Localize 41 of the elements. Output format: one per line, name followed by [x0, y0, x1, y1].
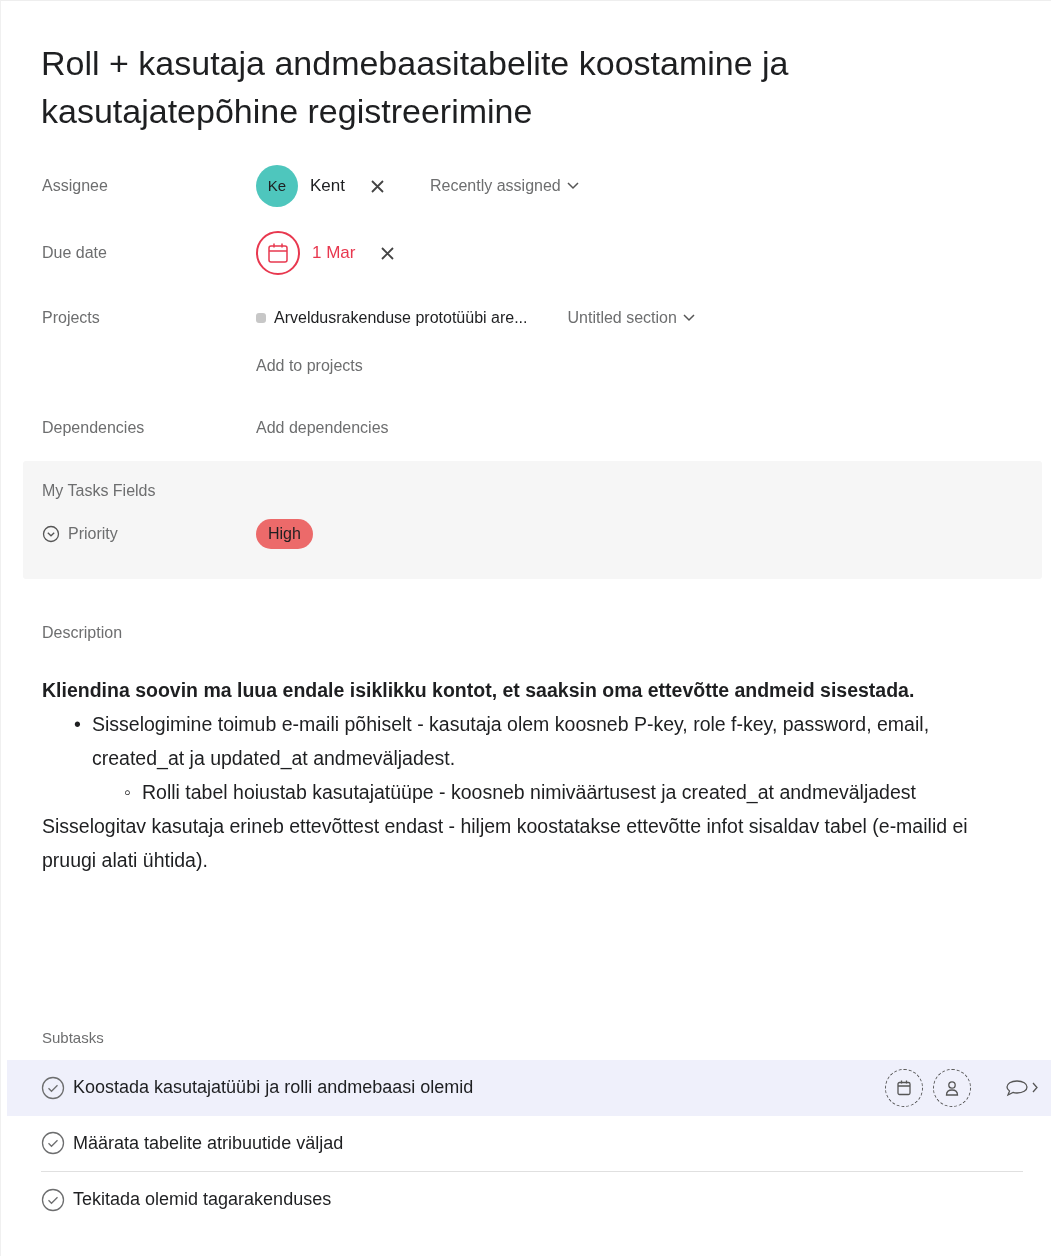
bullet-marker: •: [74, 712, 82, 737]
chevron-icon: [682, 314, 695, 322]
bullet-text: Rolli tabel hoiustab kasutajatüüpe - koosneb nimiväärtusest ja created_at andmeväljadest: [142, 780, 916, 806]
close-icon: [371, 179, 384, 193]
dropdown-circle-icon: [42, 525, 60, 543]
subtask-row[interactable]: Koostada kasutajatüübi ja rolli andmebaasi olemid: [7, 1059, 1051, 1116]
chevron-icon: [566, 182, 579, 190]
description-heading: Kliendina soovin ma luua endale isiklikku kontot, et saaksin oma ettevõtte andmeid sisestada.: [42, 678, 916, 703]
calendar-button[interactable]: [256, 231, 300, 275]
priority-tag[interactable]: High: [256, 519, 313, 549]
section-label: Subtasks: [42, 1028, 105, 1048]
close-icon: [381, 246, 395, 260]
calendar-icon: [895, 1078, 913, 1097]
recently-assigned-dropdown[interactable]: Recently assigned: [426, 174, 583, 198]
field-label: Projects: [42, 308, 101, 328]
project-name[interactable]: Arveldusrakenduse prototüübi are...: [274, 306, 528, 330]
subtask-name[interactable]: Koostada kasutajatüübi ja rolli andmebaasi olemid: [73, 1074, 474, 1101]
assignee-name[interactable]: Kent: [310, 173, 345, 199]
check-circle-icon[interactable]: [41, 1075, 65, 1100]
due-date[interactable]: 1 Mar: [312, 240, 356, 266]
calendar-icon: [267, 242, 289, 264]
field-label: Priority: [68, 524, 118, 544]
section-dropdown[interactable]: Untitled section: [563, 306, 699, 330]
field-label: Assignee: [42, 176, 109, 196]
panel-title: My Tasks Fields: [42, 481, 157, 501]
bullet-marker: ◦: [124, 780, 132, 805]
check-circle-icon[interactable]: [41, 1131, 65, 1155]
subtask-name[interactable]: Määrata tabelite atribuutide väljad: [73, 1129, 344, 1157]
person-icon: [943, 1078, 961, 1097]
subtask-name[interactable]: Tekitada olemid tagarakenduses: [73, 1186, 332, 1213]
avatar[interactable]: Ke: [256, 165, 298, 207]
field-label: Dependencies: [42, 418, 146, 438]
task-title: Roll + kasutaja andmebaasitabelite koostamine ja kasutajatepõhine registreerimine: [41, 43, 790, 132]
field-label: Due date: [42, 243, 108, 263]
check-circle-icon[interactable]: [41, 1187, 65, 1212]
description-paragraph: Sisselogitav kasutaja erineb ettevõttest endast - hiljem koostatakse ettevõtte infot sisaldav tabel (e-mailid ei pruugi alati ühtida).: [42, 814, 969, 873]
section-label: Description: [42, 623, 124, 643]
comment-icon[interactable]: [1005, 1077, 1039, 1098]
bullet-text: Sisselogimine toimub e-maili põhiselt - kasutaja olem koosneb P-key, role f-key, password, email, created_at ja updated_at andmeväljadest.: [92, 712, 931, 772]
add-to-projects-link[interactable]: Add to projects: [256, 354, 363, 378]
add-dependencies-link[interactable]: Add dependencies: [256, 416, 389, 440]
